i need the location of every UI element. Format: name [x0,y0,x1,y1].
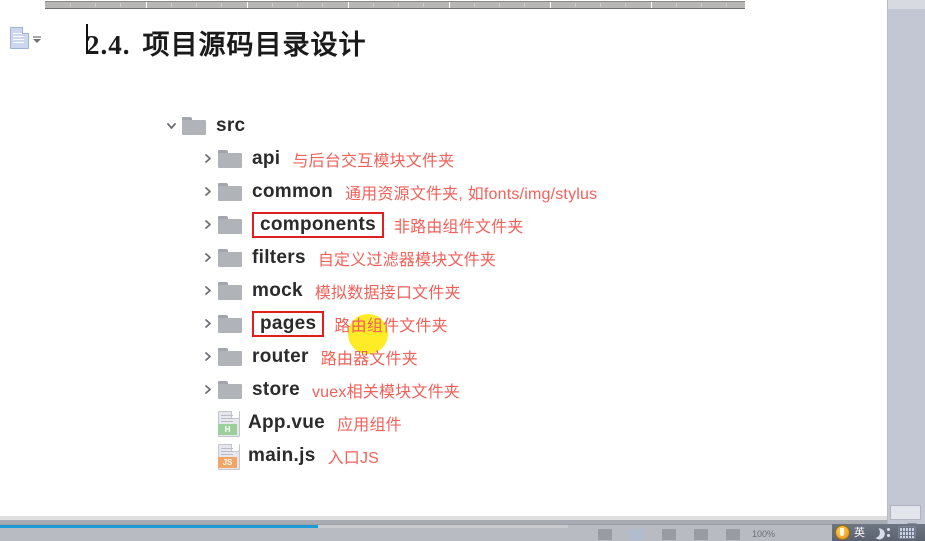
ruler-track [45,1,745,9]
document-page: 2.4. 项目源码目录设计 src api 与后台交互模块文件夹 common … [0,9,888,536]
horizontal-ruler[interactable] [0,0,888,9]
tree-item-name: App.vue [248,411,326,433]
dots-icon[interactable] [884,527,894,538]
folder-icon [218,182,242,201]
ime-toolbar[interactable]: 英 [832,524,925,541]
annotation-text: 路由组件文件夹 [334,317,448,335]
folder-icon [182,116,206,135]
keyboard-icon[interactable] [898,526,916,539]
folder-icon [218,215,242,234]
annotation-text: 应用组件 [337,416,402,434]
folder-icon [218,248,242,267]
page-title: 2.4. 项目源码目录设计 [86,23,367,62]
tree-item-name: src [216,114,246,136]
view-mode-buttons[interactable] [598,529,740,540]
word-document-window: 2.4. 项目源码目录设计 src api 与后台交互模块文件夹 common … [0,0,925,541]
file-badge-label: JS [218,456,237,468]
annotation-text: vuex相关模块文件夹 [311,383,460,401]
outline-view-icon[interactable] [694,529,708,540]
tree-row-store[interactable]: store vuex相关模块文件夹 [160,373,780,406]
tree-item-name: main.js [248,444,316,466]
js-file-icon: JS [218,443,240,470]
paste-icon [10,27,29,49]
annotation-text: 路由器文件夹 [320,350,418,368]
vertical-scrollbar-thumb[interactable] [890,505,921,520]
chevron-right-icon[interactable] [196,346,218,368]
tree-row-mock[interactable]: mock 模拟数据接口文件夹 [160,274,780,307]
vertical-scrollbar[interactable] [887,0,925,541]
tree-row-main-js[interactable]: JS main.js 入口JS [160,439,780,472]
progress-bar [0,525,318,528]
status-bar: 100% [0,524,925,541]
tree-row-app-vue[interactable]: H App.vue 应用组件 [160,406,780,439]
scrollbar-top-cap [888,0,925,9]
chevron-right-icon[interactable] [196,214,218,236]
chevron-right-icon[interactable] [196,280,218,302]
tree-item-name: common [252,180,333,202]
heading-number: 2.4. [86,30,131,60]
tree-item-name: filters [252,246,306,268]
sogou-logo-icon[interactable] [835,525,850,540]
annotation-text: 入口JS [327,449,380,467]
annotation-text: 自定义过滤器模块文件夹 [317,251,497,269]
vue-file-icon: H [218,410,240,437]
folder-icon [218,380,242,399]
full-screen-reading-icon[interactable] [630,529,644,540]
folder-icon [218,347,242,366]
tree-item-name: mock [252,279,303,301]
tree-row-components[interactable]: components 非路由组件文件夹 [160,208,780,241]
tree-row-common[interactable]: common 通用资源文件夹, 如fonts/img/stylus [160,175,780,208]
tree-item-name-highlighted: pages [252,310,325,337]
web-layout-icon[interactable] [662,529,676,540]
chevron-right-icon[interactable] [196,148,218,170]
tree-item-name-highlighted: components [252,211,384,238]
annotation-text: 与后台交互模块文件夹 [292,152,455,170]
tree-item-name: store [252,378,300,400]
tree-row-router[interactable]: router 路由器文件夹 [160,340,780,373]
paste-options-button[interactable] [10,27,44,49]
draft-view-icon[interactable] [726,529,740,540]
folder-icon [218,281,242,300]
chevron-right-icon[interactable] [196,181,218,203]
progress-bar-track [318,525,568,528]
annotation-text: 通用资源文件夹, 如fonts/img/stylus [344,185,598,203]
tree-row-api[interactable]: api 与后台交互模块文件夹 [160,142,780,175]
zoom-level-label[interactable]: 100% [752,529,775,539]
annotation-text: 模拟数据接口文件夹 [314,284,461,302]
tree-row-src[interactable]: src [160,109,780,142]
chevron-right-icon[interactable] [196,313,218,335]
tree-row-filters[interactable]: filters 自定义过滤器模块文件夹 [160,241,780,274]
chevron-right-icon[interactable] [196,379,218,401]
ime-mode-label[interactable]: 英 [854,527,865,538]
chevron-down-icon[interactable] [160,115,182,137]
moon-icon[interactable] [867,525,881,539]
folder-icon [218,314,242,333]
folder-icon [218,149,242,168]
print-layout-icon[interactable] [598,529,612,540]
tree-item-name: api [252,147,281,169]
heading-text: 项目源码目录设计 [142,30,367,60]
tree-row-pages[interactable]: pages 路由组件文件夹 [160,307,780,340]
chevron-down-icon[interactable] [32,33,41,43]
chevron-right-icon[interactable] [196,247,218,269]
file-badge-label: H [218,423,237,435]
tree-item-name: router [252,345,309,367]
annotation-text: 非路由组件文件夹 [393,218,524,236]
directory-tree: src api 与后台交互模块文件夹 common 通用资源文件夹, 如font… [160,109,780,472]
